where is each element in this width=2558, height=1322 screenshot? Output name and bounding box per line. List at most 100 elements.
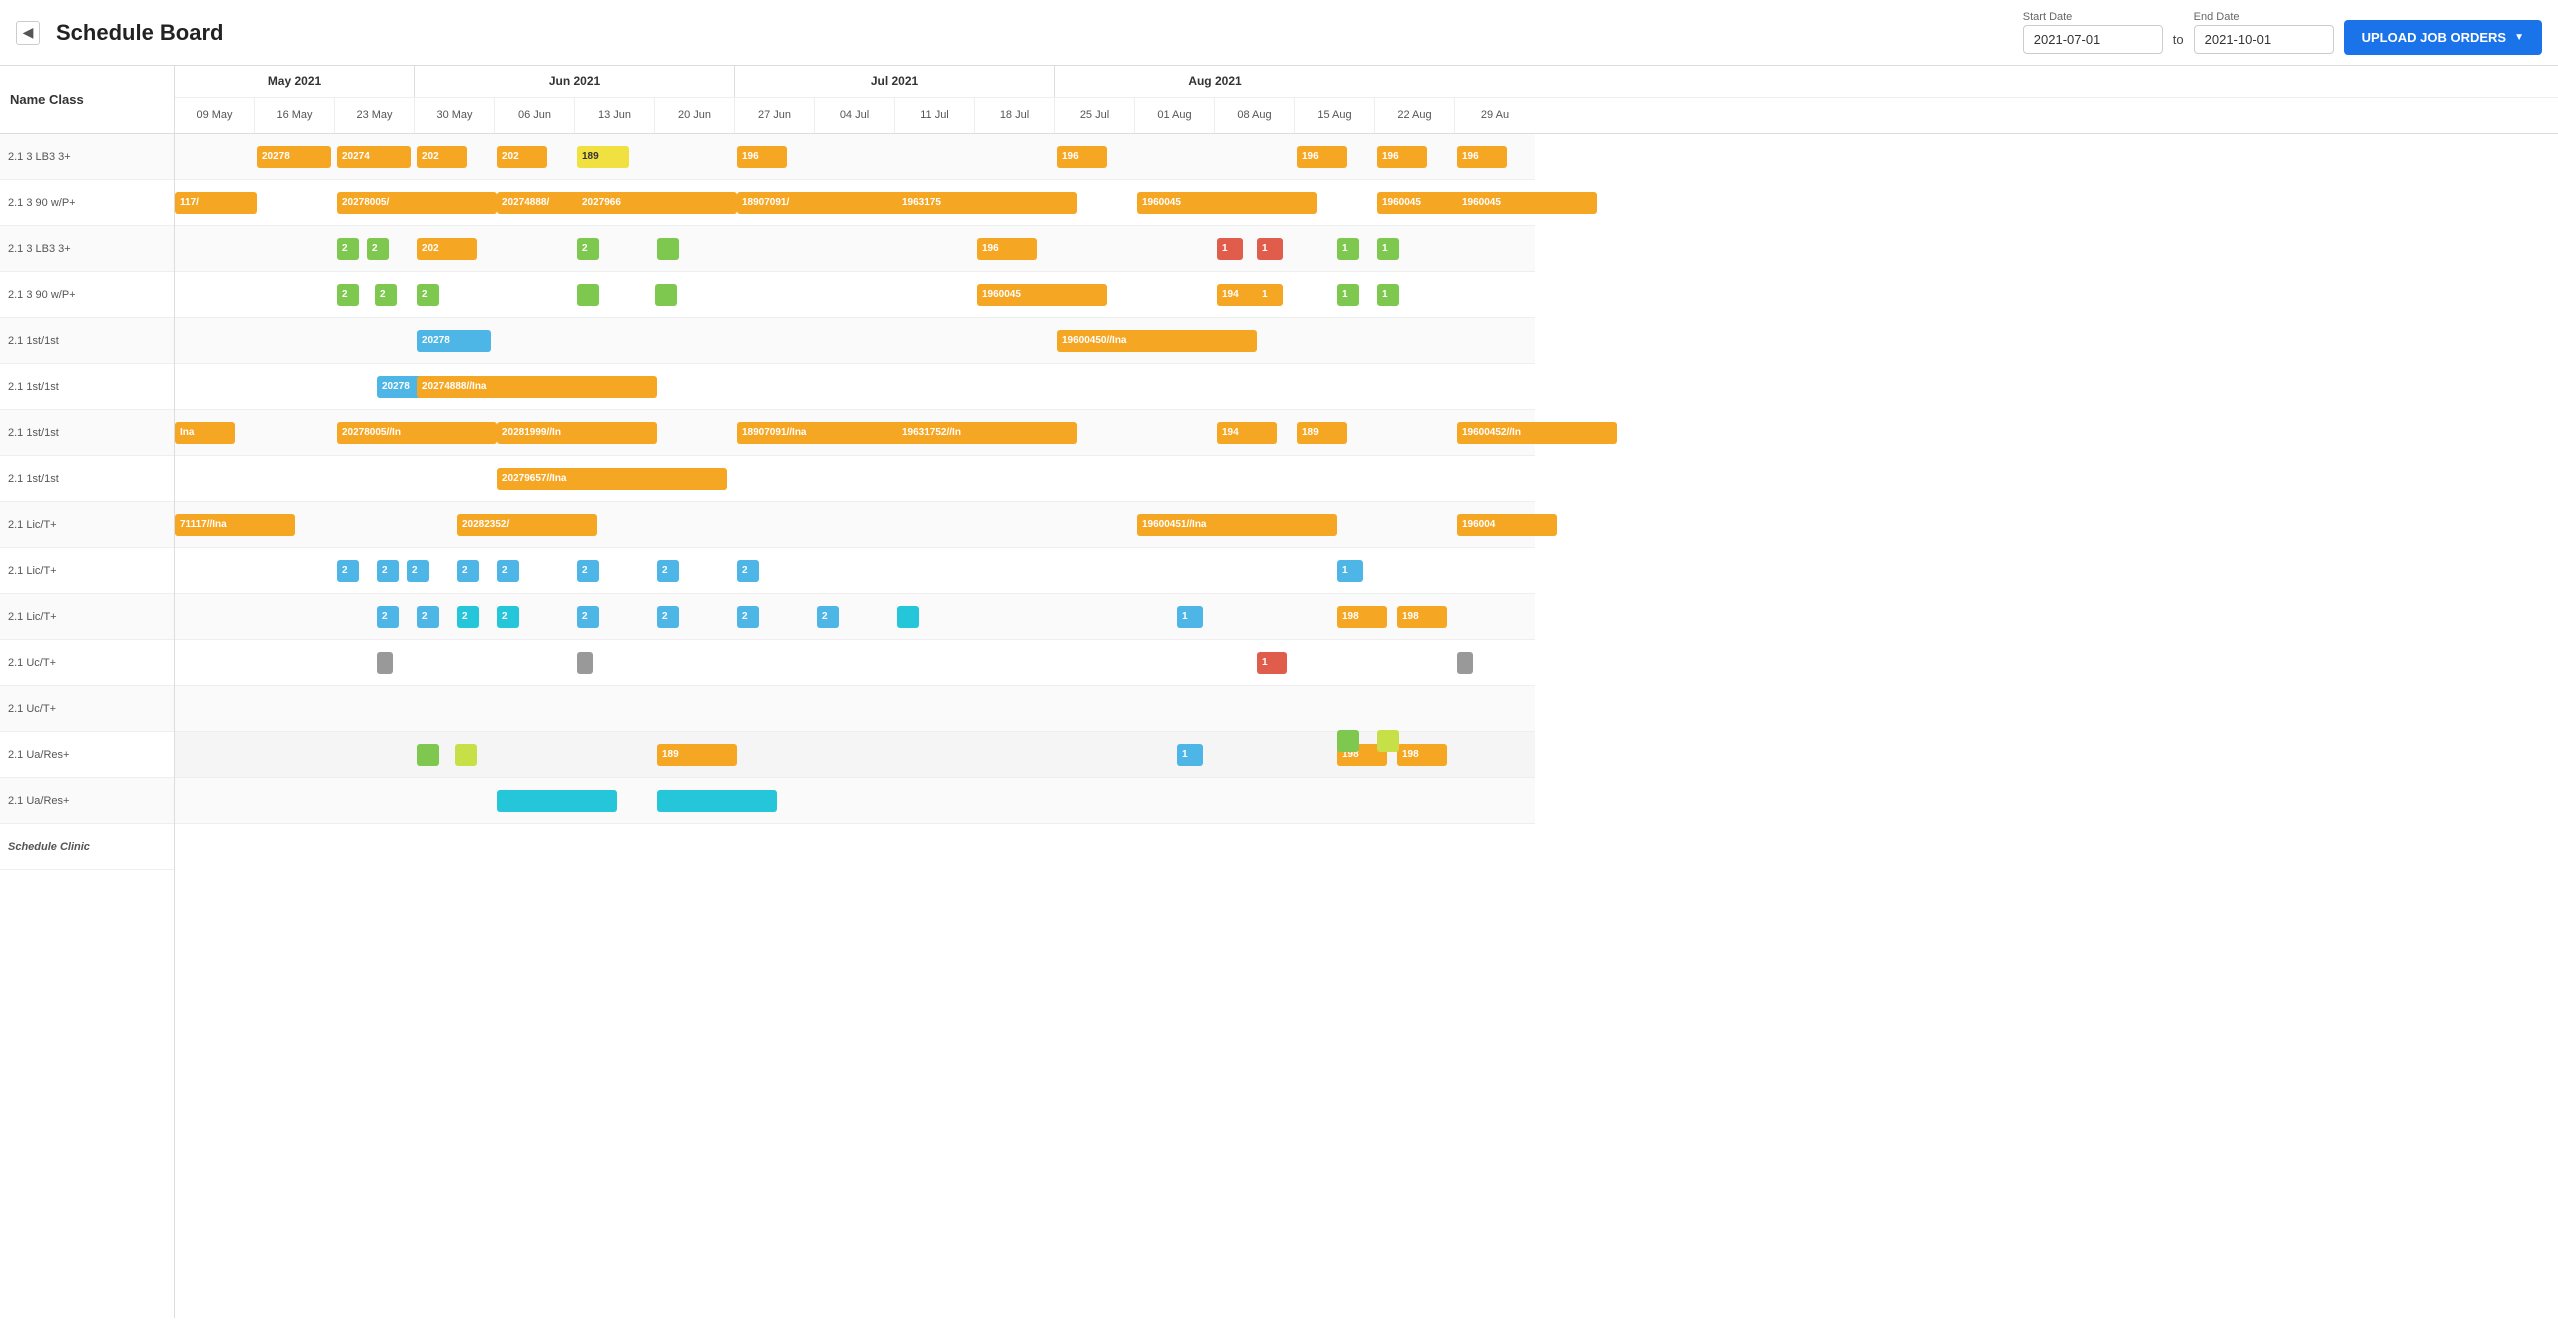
task-bar[interactable]: 194	[1217, 422, 1277, 444]
task-bar[interactable]: 2	[457, 606, 479, 628]
task-bar[interactable]: 2	[377, 606, 399, 628]
task-bar[interactable]	[897, 606, 919, 628]
week-cell: 25 Jul	[1055, 98, 1135, 133]
task-bar[interactable]: 2	[417, 284, 439, 306]
task-bar[interactable]: 1	[1337, 238, 1359, 260]
task-bar[interactable]: 2	[577, 560, 599, 582]
task-bar[interactable]: Ina	[175, 422, 235, 444]
task-bar[interactable]: 1960045	[1137, 192, 1317, 214]
end-date-label: End Date	[2194, 11, 2334, 23]
task-bar[interactable]: 20279657//Ina	[497, 468, 727, 490]
task-bar[interactable]: 117/	[175, 192, 257, 214]
task-bar[interactable]: 1	[1177, 744, 1203, 766]
task-bar[interactable]: 196	[977, 238, 1037, 260]
task-bar[interactable]: 2	[457, 560, 479, 582]
task-bar[interactable]: 71117//Ina	[175, 514, 295, 536]
task-bar[interactable]: 196	[737, 146, 787, 168]
task-bar[interactable]: 2	[577, 238, 599, 260]
task-bar[interactable]: 20274	[337, 146, 411, 168]
task-bar[interactable]: 2	[737, 606, 759, 628]
task-bar[interactable]	[1337, 730, 1359, 752]
task-bar[interactable]	[1377, 730, 1399, 752]
task-bar[interactable]: 196	[1057, 146, 1107, 168]
task-bar[interactable]: 189	[577, 146, 629, 168]
task-bar[interactable]	[657, 790, 777, 812]
task-bar[interactable]: 2	[737, 560, 759, 582]
task-bar[interactable]: 20278005/	[337, 192, 497, 214]
task-bar[interactable]: 1	[1337, 284, 1359, 306]
task-bar[interactable]: 2	[407, 560, 429, 582]
task-bar[interactable]: 198	[1397, 606, 1447, 628]
task-bar[interactable]: 202	[417, 238, 477, 260]
task-bar[interactable]	[1457, 652, 1473, 674]
task-bar[interactable]: 2	[417, 606, 439, 628]
task-bar[interactable]: 2	[375, 284, 397, 306]
task-bar[interactable]	[455, 744, 477, 766]
task-bar[interactable]: 2	[817, 606, 839, 628]
to-label: to	[2173, 32, 2184, 47]
task-bar[interactable]: 1	[1337, 560, 1363, 582]
back-button[interactable]: ◀	[16, 21, 40, 45]
gantt-rows: 20278 20274 202 202 189 196 196 196 196 …	[175, 134, 1535, 824]
task-bar[interactable]: 1	[1257, 238, 1283, 260]
gantt-area[interactable]: May 2021 Jun 2021 Jul 2021 Aug 2021 09 M…	[175, 66, 2558, 1318]
task-bar[interactable]	[417, 744, 439, 766]
task-bar[interactable]: 1	[1377, 238, 1399, 260]
list-item: Schedule Clinic	[0, 824, 174, 870]
task-bar[interactable]	[655, 284, 677, 306]
task-bar[interactable]: 20278005//In	[337, 422, 497, 444]
task-bar[interactable]: 2	[577, 606, 599, 628]
task-bar[interactable]: 196	[1457, 146, 1507, 168]
upload-job-orders-button[interactable]: UPLOAD JOB ORDERS ▼	[2344, 20, 2542, 55]
week-row: 09 May 16 May 23 May 30 May 06 Jun 13 Ju…	[175, 98, 2558, 133]
task-bar[interactable]	[657, 238, 679, 260]
task-bar[interactable]: 20278	[257, 146, 331, 168]
task-bar[interactable]	[497, 790, 617, 812]
task-bar[interactable]: 196	[1297, 146, 1347, 168]
task-bar[interactable]: 2027966	[577, 192, 737, 214]
task-bar[interactable]: 19600451//Ina	[1137, 514, 1337, 536]
task-bar[interactable]: 1	[1257, 652, 1287, 674]
task-bar[interactable]: 1963175	[897, 192, 1077, 214]
task-bar[interactable]: 2	[337, 284, 359, 306]
task-bar[interactable]: 20274888//Ina	[417, 376, 657, 398]
end-date-input[interactable]	[2194, 25, 2334, 54]
task-bar[interactable]	[377, 652, 393, 674]
list-item: 2.1 3 LB3 3+	[0, 134, 174, 180]
task-bar[interactable]: 196	[1377, 146, 1427, 168]
month-cell: Jun 2021	[415, 66, 735, 97]
board-container: Name Class 2.1 3 LB3 3+ 2.1 3 90 w/P+ 2.…	[0, 66, 2558, 1318]
task-bar[interactable]: 19631752//In	[897, 422, 1077, 444]
task-bar[interactable]: 2	[497, 560, 519, 582]
task-bar[interactable]: 1	[1257, 284, 1283, 306]
task-bar[interactable]: 202	[417, 146, 467, 168]
task-bar[interactable]: 1960045	[977, 284, 1107, 306]
task-bar[interactable]: 20281999//In	[497, 422, 657, 444]
task-bar[interactable]: 2	[657, 560, 679, 582]
task-bar[interactable]	[577, 284, 599, 306]
task-bar[interactable]: 19600450//Ina	[1057, 330, 1257, 352]
task-bar[interactable]: 198	[1397, 744, 1447, 766]
task-bar[interactable]: 1	[1177, 606, 1203, 628]
task-bar[interactable]: 2	[337, 560, 359, 582]
task-bar[interactable]: 20282352/	[457, 514, 597, 536]
task-bar[interactable]: 202	[497, 146, 547, 168]
task-bar[interactable]: 19600452//In	[1457, 422, 1617, 444]
task-bar[interactable]: 2	[377, 560, 399, 582]
task-bar[interactable]: 196004	[1457, 514, 1557, 536]
task-bar[interactable]: 1960045	[1457, 192, 1597, 214]
task-bar[interactable]: 189	[657, 744, 737, 766]
task-bar[interactable]: 189	[1297, 422, 1347, 444]
start-date-input[interactable]	[2023, 25, 2163, 54]
task-bar[interactable]: 1	[1377, 284, 1399, 306]
task-bar[interactable]	[577, 652, 593, 674]
task-bar[interactable]: 2	[337, 238, 359, 260]
task-bar[interactable]: 198	[1337, 606, 1387, 628]
task-bar[interactable]: 20278	[417, 330, 491, 352]
task-bar[interactable]: 1	[1217, 238, 1243, 260]
gantt-row: 20279657//Ina	[175, 456, 1535, 502]
task-bar[interactable]: 2	[367, 238, 389, 260]
week-cell: 04 Jul	[815, 98, 895, 133]
task-bar[interactable]: 2	[497, 606, 519, 628]
task-bar[interactable]: 2	[657, 606, 679, 628]
